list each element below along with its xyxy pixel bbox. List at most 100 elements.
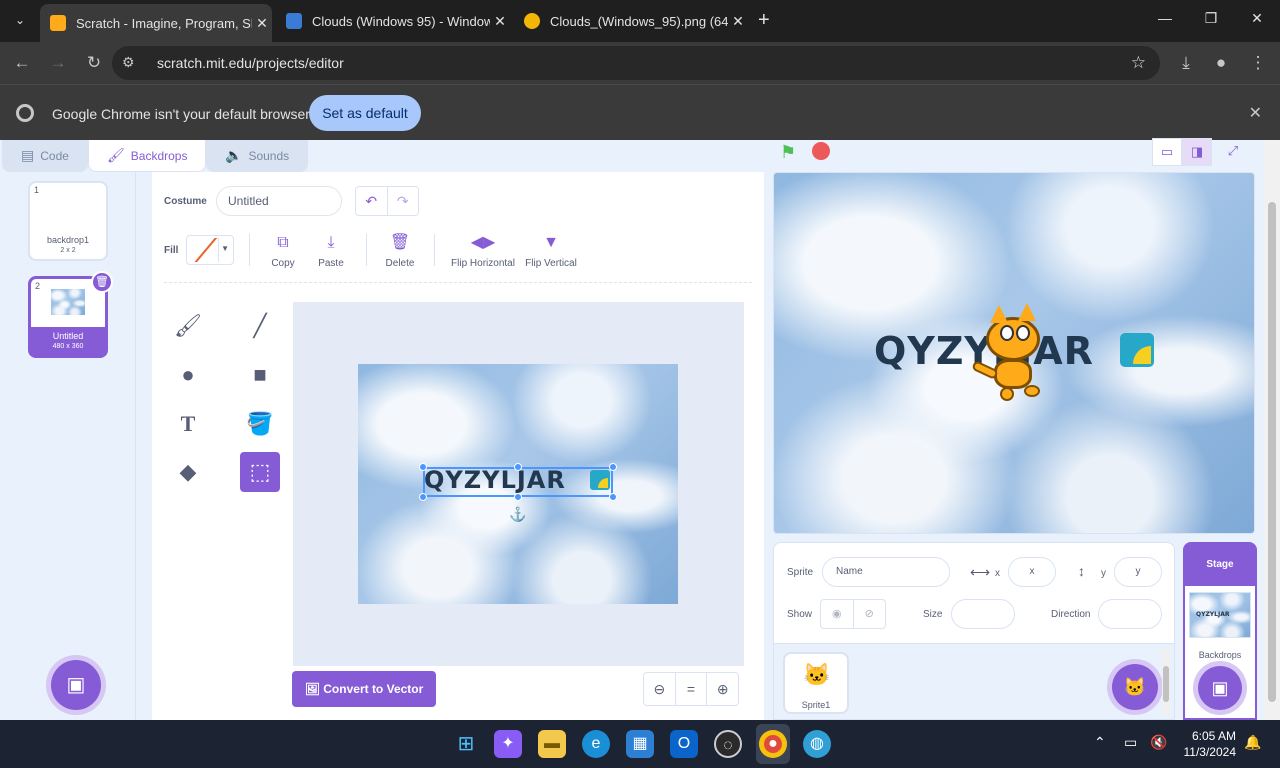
notification-bell-icon[interactable]: 🔔 (1244, 734, 1261, 751)
bookmark-star-icon[interactable]: ☆ (1131, 53, 1146, 73)
costume-name-input[interactable]: Untitled (216, 186, 342, 216)
fill-color-picker[interactable]: ▼ (186, 235, 234, 265)
paint-editor: Costume Untitled ↶ ↷ Fill ▼ ⧉ Copy ⤓ Pas… (152, 172, 764, 720)
file-explorer-icon[interactable]: ▬ (538, 730, 566, 758)
eraser-tool-icon[interactable]: ◆ (168, 452, 208, 492)
undo-redo-group: ↶ ↷ (355, 186, 419, 216)
back-icon[interactable]: ← (11, 53, 33, 73)
network-app-icon[interactable]: ◍ (803, 730, 831, 758)
stage-target-panel[interactable]: Stage QYZYLJAR Backdrops ▣ (1183, 542, 1257, 720)
tab-scratch[interactable]: Scratch - Imagine, Program, Sh ✕ (40, 4, 272, 42)
fullscreen-icon[interactable]: ⤢ (1218, 138, 1248, 166)
resize-handle[interactable] (609, 463, 617, 471)
paint-canvas-area[interactable]: QYZYLJAR ⚓ (293, 302, 744, 666)
address-bar[interactable]: ⚙ scratch.mit.edu/projects/editor ☆ (112, 46, 1160, 80)
reload-icon[interactable]: ↻ (83, 53, 105, 73)
network-volume-icon[interactable]: 🔇 (1150, 734, 1167, 751)
store-icon[interactable]: ▦ (626, 730, 654, 758)
zoom-out-icon[interactable]: ⊖ (644, 673, 675, 705)
tab-code[interactable]: ▤ Code (2, 140, 88, 172)
redo-icon[interactable]: ↷ (386, 187, 419, 215)
line-tool-icon[interactable]: ╱ (240, 306, 280, 346)
copilot-icon[interactable]: ✦ (494, 730, 522, 758)
tab-sounds[interactable]: 🔈 Sounds (206, 140, 308, 172)
flip-horizontal-button[interactable]: ◀▶ Flip Horizontal (448, 232, 518, 269)
chrome-taskbar-icon[interactable]: ● (759, 730, 787, 758)
choose-sprite-button[interactable]: 🐱 (1112, 664, 1158, 710)
close-window-icon[interactable]: ✕ (1242, 10, 1272, 27)
image-icon: 🖼 (304, 682, 320, 696)
sprite-tile[interactable]: 🐱 Sprite1 (783, 652, 849, 714)
tab-backdrops[interactable]: 🖌 Backdrops (88, 140, 206, 172)
x-input[interactable]: x (1008, 557, 1056, 587)
paste-button[interactable]: ⤓ Paste (296, 232, 366, 269)
start-icon[interactable]: ⊞ (452, 730, 480, 758)
undo-icon[interactable]: ↶ (356, 187, 387, 215)
infobar-close-icon[interactable]: ✕ (1249, 103, 1262, 123)
download-icon[interactable]: ⤓ (1175, 53, 1197, 73)
stage[interactable]: QYZYLJAR (773, 172, 1255, 534)
tab-search-icon[interactable]: ⌄ (8, 8, 32, 32)
menu-icon[interactable]: ⋮ (1247, 53, 1269, 73)
site-info-icon[interactable]: ⚙ (122, 54, 135, 71)
brush-tool-icon[interactable]: 🖌 (168, 306, 208, 346)
backdrop-number: 2 (35, 281, 41, 291)
show-eye-icon[interactable]: ◉ (821, 600, 853, 628)
backdrops-label: Backdrops (1198, 650, 1242, 660)
tab-sounds-label: Sounds (248, 148, 290, 163)
close-tab-icon[interactable]: ✕ (252, 15, 272, 32)
rotate-handle-icon[interactable]: ⚓ (509, 507, 526, 521)
outlook-icon[interactable]: O (670, 730, 698, 758)
zoom-in-icon[interactable]: ⊕ (706, 673, 738, 705)
y-input[interactable]: y (1114, 557, 1162, 587)
delete-backdrop-icon[interactable]: 🗑 (91, 271, 113, 293)
choose-backdrop-button[interactable]: ▣ (51, 660, 101, 710)
new-tab-icon[interactable]: + (758, 10, 770, 30)
large-stage-icon[interactable]: ◨ (1182, 138, 1212, 166)
forward-icon[interactable]: → (47, 53, 69, 73)
rectangle-tool-icon[interactable]: ■ (240, 355, 280, 395)
stop-icon[interactable] (812, 142, 830, 160)
size-input[interactable] (951, 599, 1015, 629)
tab-clouds-png[interactable]: Clouds_(Windows_95).png (640 ✕ (514, 6, 748, 36)
clock[interactable]: 6:05 AM 11/3/2024 (1178, 728, 1237, 760)
scratch-cat-sprite[interactable] (966, 303, 1056, 403)
delete-button[interactable]: 🗑 Delete (365, 232, 435, 269)
close-tab-icon[interactable]: ✕ (490, 13, 510, 30)
zoom-controls: ⊖ = ⊕ (643, 672, 739, 706)
close-tab-icon[interactable]: ✕ (728, 13, 748, 30)
app-icon[interactable]: ◌ (714, 730, 742, 758)
convert-label: Convert to Vector (323, 682, 424, 696)
set-as-default-button[interactable]: Set as default (309, 95, 421, 131)
fill-tool-icon[interactable]: 🪣 (240, 404, 280, 444)
sprite-list-scrollbar[interactable] (1162, 648, 1170, 714)
display-icon[interactable]: ▭ (1124, 734, 1137, 751)
resize-handle[interactable] (514, 463, 522, 471)
sprite-name-input[interactable]: Name (822, 557, 950, 587)
tray-chevron-icon[interactable]: ⌃ (1094, 734, 1106, 751)
zoom-reset-icon[interactable]: = (674, 673, 707, 705)
page-scrollbar[interactable] (1264, 140, 1280, 720)
edge-icon[interactable]: e (582, 730, 610, 758)
small-stage-icon[interactable]: ▭ (1152, 138, 1182, 166)
green-flag-icon[interactable]: ⚑ (780, 142, 800, 162)
resize-handle[interactable] (514, 493, 522, 501)
resize-handle[interactable] (609, 493, 617, 501)
minimize-icon[interactable]: — (1150, 10, 1180, 26)
select-tool-icon[interactable]: ⬚ (240, 452, 280, 492)
text-tool-icon[interactable]: T (168, 404, 208, 444)
hide-eye-icon[interactable]: ⊘ (852, 600, 886, 628)
convert-to-vector-button[interactable]: 🖼 Convert to Vector (292, 671, 436, 707)
choose-backdrop-stage-button[interactable]: ▣ (1198, 666, 1242, 710)
profile-icon[interactable]: ● (1210, 53, 1232, 73)
flip-vertical-button[interactable]: ▼ Flip Vertical (516, 232, 586, 269)
restore-icon[interactable]: ❐ (1196, 10, 1226, 27)
backdrop-thumb-1[interactable]: 1 backdrop1 2 x 2 (28, 181, 108, 261)
backdrop-thumb-2[interactable]: 2 Untitled 480 x 360 🗑 (28, 271, 113, 358)
direction-input[interactable] (1098, 599, 1162, 629)
chrome-icon (16, 104, 34, 122)
circle-tool-icon[interactable]: ● (168, 355, 208, 395)
resize-handle[interactable] (419, 493, 427, 501)
resize-handle[interactable] (419, 463, 427, 471)
tab-clouds-wiki[interactable]: Clouds (Windows 95) - Window ✕ (276, 6, 510, 36)
